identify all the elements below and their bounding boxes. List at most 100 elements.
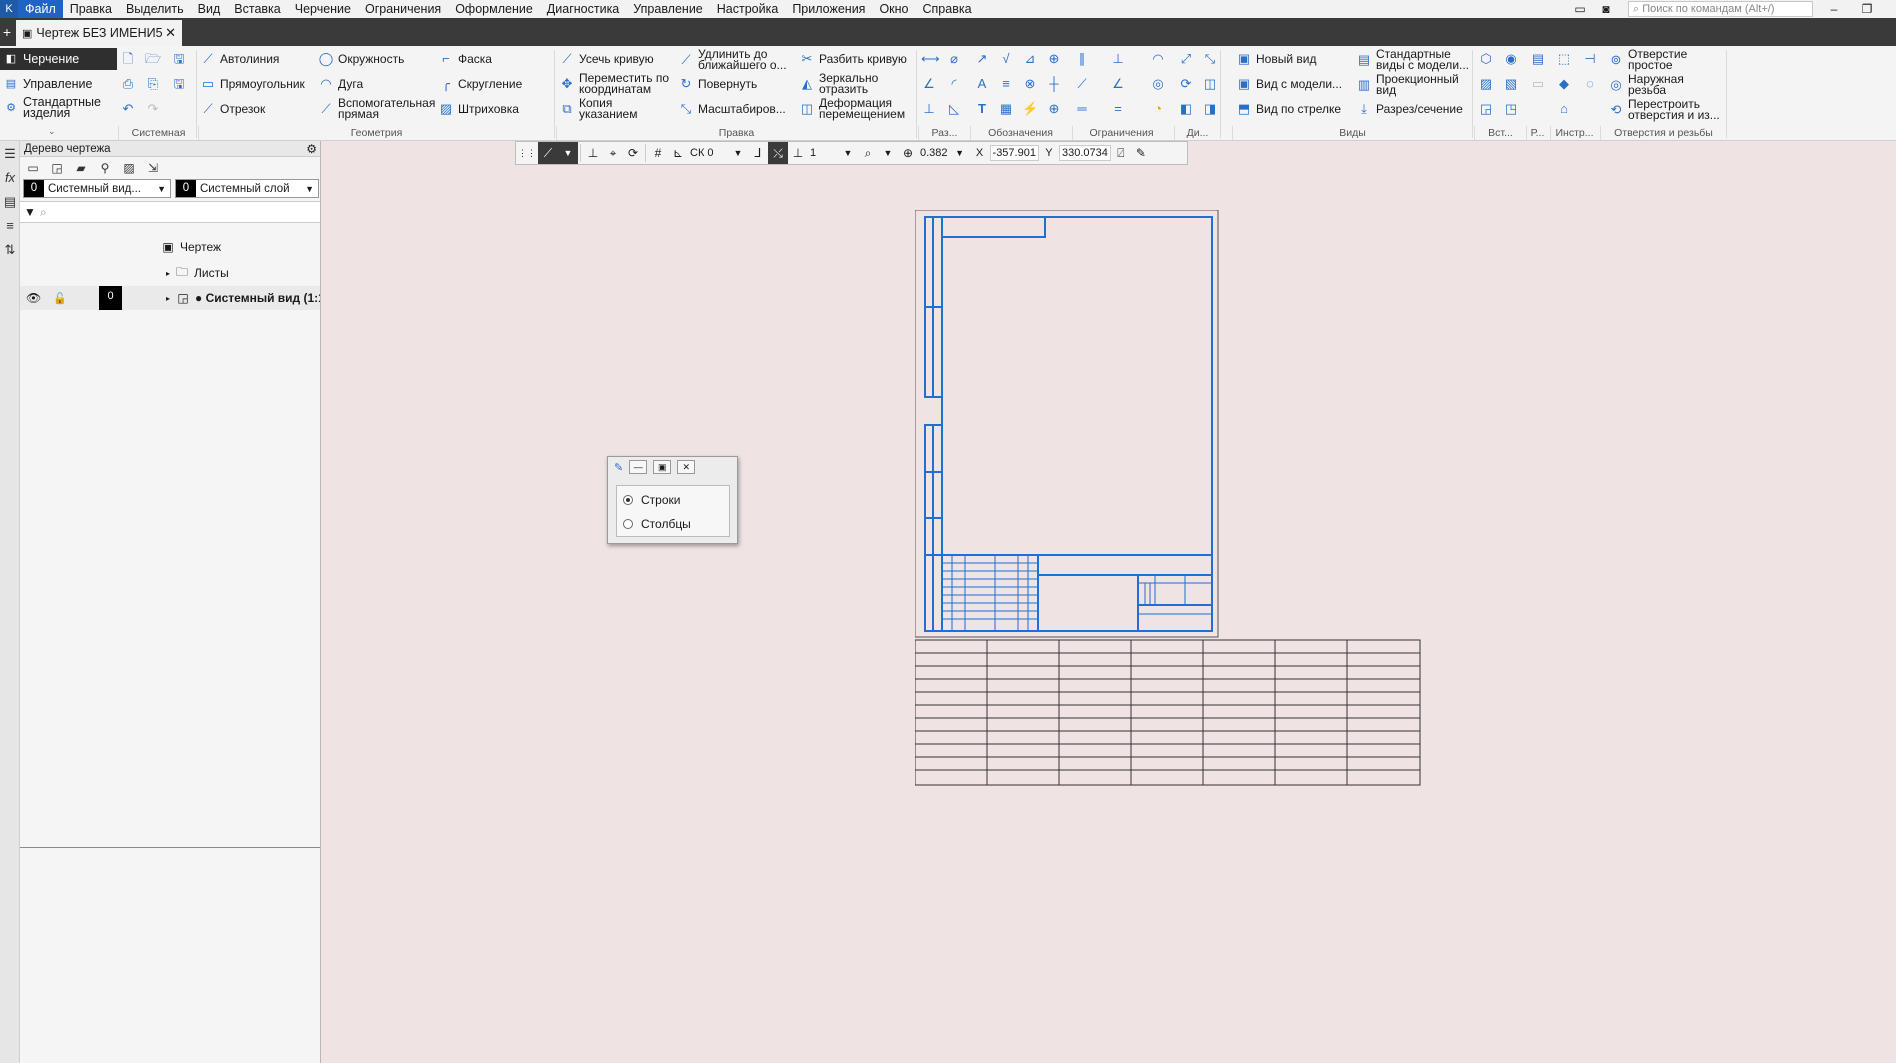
expand-chevron-icon[interactable]: ⌄ — [48, 126, 56, 137]
tree-sheet-icon[interactable]: ▭ — [24, 159, 42, 177]
zoom-fit-icon[interactable]: ⌕ — [858, 142, 878, 164]
collinear-constraint-icon[interactable]: ⟋ — [1074, 76, 1090, 92]
rotate-button[interactable]: ↻ Повернуть — [678, 76, 758, 92]
section-button[interactable]: ⤓ Разрез/сечение — [1356, 101, 1463, 117]
minimize-icon[interactable]: — — [629, 460, 648, 474]
horizontal-constraint-icon[interactable]: ═ — [1074, 101, 1090, 117]
diag-icon-1[interactable]: ⤢ — [1178, 51, 1194, 67]
tree-view-icon[interactable]: ◲ — [48, 159, 66, 177]
menu-management[interactable]: Управление — [626, 0, 710, 18]
step-icon[interactable]: ⊥ — [788, 142, 808, 164]
perpendicular-constraint-icon[interactable]: ⊥ — [1110, 51, 1126, 67]
expand-arrow-icon[interactable]: ▸ — [162, 294, 174, 303]
tree-node-drawing[interactable]: ▣ Чертеж — [20, 235, 320, 259]
chamfer-button[interactable]: ⌐ Фаска — [438, 51, 492, 67]
tree-node-system-view[interactable]: 👁 🔓 0 ▸ ◲ ● Системный вид (1:1) — [20, 286, 320, 310]
y-coordinate-field[interactable]: 330.0734 — [1058, 145, 1111, 161]
mirror-button[interactable]: ◭ Зеркально отразить — [799, 72, 899, 95]
center-mark-icon[interactable]: ⊗ — [1022, 76, 1038, 92]
arrow-view-button[interactable]: ⬒ Вид по стрелке — [1236, 101, 1341, 117]
rows-radio-indicator[interactable] — [623, 495, 633, 505]
aux-line-button[interactable]: ⟋ Вспомогательная прямая — [318, 97, 435, 120]
command-search-input[interactable]: ⌕ Поиск по командам (Alt+/) — [1628, 1, 1813, 17]
x-coordinate-field[interactable]: -357.901 — [989, 145, 1039, 161]
arc-button[interactable]: ◠ Дуга — [318, 76, 363, 92]
camera-icon[interactable]: ◙ — [1594, 0, 1618, 18]
history-icon[interactable]: ⇅ — [0, 239, 20, 261]
split-curve-button[interactable]: ✂ Разбить кривую — [799, 51, 907, 67]
deform-move-button[interactable]: ◫ Деформация перемещением — [799, 97, 914, 120]
fix-constraint-icon[interactable]: ◔ — [1150, 101, 1166, 117]
concentric-constraint-icon[interactable]: ◎ — [1150, 76, 1166, 92]
pin-icon[interactable]: ✎ — [614, 461, 623, 474]
visibility-eye-icon[interactable]: 👁 — [26, 291, 41, 305]
menu-help[interactable]: Справка — [916, 0, 979, 18]
chevron-down-icon[interactable]: ▼ — [558, 142, 578, 164]
tree-layer-icon[interactable]: ▰ — [72, 159, 90, 177]
save-all-icon[interactable]: 🖫 — [171, 76, 187, 92]
hatch-button[interactable]: ▨ Штриховка — [438, 101, 519, 117]
chevron-down-icon[interactable]: ▼ — [878, 142, 898, 164]
zoom-value[interactable]: 0.382 — [918, 142, 950, 164]
autoline-button[interactable]: ⟋ Автолиния — [200, 51, 279, 67]
properties-icon[interactable]: ▤ — [0, 191, 20, 213]
copy-pointing-button[interactable]: ⧉ Копия указанием — [559, 97, 649, 120]
menu-constraints[interactable]: Ограничения — [358, 0, 448, 18]
segment-button[interactable]: ⟋ Отрезок — [200, 101, 265, 117]
standard-views-button[interactable]: ▤ Стандартные виды с модели... — [1356, 48, 1470, 71]
diameter-dim-icon[interactable]: ⌀ — [946, 51, 962, 67]
text-icon[interactable]: T — [974, 101, 990, 117]
menu-insert[interactable]: Вставка — [227, 0, 287, 18]
projection-view-button[interactable]: ▥ Проекционный вид — [1356, 73, 1466, 96]
circle-button[interactable]: ◯ Окружность — [318, 51, 405, 67]
insert-icon-2[interactable]: ◉ — [1503, 51, 1519, 67]
layer-select[interactable]: 0 Системный слой ▼ — [175, 179, 319, 198]
menu-edit[interactable]: Правка — [63, 0, 119, 18]
tree-search-input[interactable] — [47, 203, 320, 221]
tool-icon-3[interactable]: ◆ — [1556, 76, 1572, 92]
tool-icon-2[interactable]: ⊣ — [1582, 51, 1598, 67]
equal-constraint-icon[interactable]: = — [1110, 101, 1126, 117]
tool-icon-5[interactable]: ⌂ — [1556, 101, 1572, 117]
rebuild-holes-button[interactable]: ⟲ Перестроить отверстия и из... — [1608, 98, 1723, 121]
cs-axis-icon[interactable]: ⊾ — [668, 142, 688, 164]
filter-icon[interactable]: ▼ — [20, 205, 40, 219]
height-dim-icon[interactable]: ⊥ — [921, 101, 937, 117]
tool-icon-1[interactable]: ⬚ — [1556, 51, 1572, 67]
rows-radio[interactable]: Строки — [623, 493, 680, 507]
gear-icon[interactable]: ⚙ — [306, 141, 317, 157]
linear-dim-icon[interactable]: ⟷ — [921, 51, 940, 67]
parallel-constraint-icon[interactable]: ∥ — [1074, 51, 1090, 67]
menu-file[interactable]: Файл — [18, 0, 63, 18]
menu-view[interactable]: Вид — [191, 0, 228, 18]
snap-icon[interactable]: ⌖ — [603, 142, 623, 164]
drag-handle-icon[interactable]: ⋮⋮ — [516, 142, 538, 164]
roughness-icon[interactable]: √ — [998, 51, 1014, 67]
tree-export-icon[interactable]: ⇲ — [144, 159, 162, 177]
external-thread-button[interactable]: ◎ Наружная резьба — [1608, 73, 1708, 96]
insert-icon-1[interactable]: ⬡ — [1478, 51, 1494, 67]
trim-curve-button[interactable]: ⟋ Усечь кривую — [559, 51, 653, 67]
columns-radio-indicator[interactable] — [623, 519, 633, 529]
table-icon[interactable]: ▦ — [998, 101, 1014, 117]
new-tab-plus-icon[interactable]: + — [0, 22, 14, 42]
ortho-icon[interactable]: ⊥ — [583, 142, 603, 164]
mode-standard-parts[interactable]: ⚙ Стандартные изделия — [0, 96, 117, 120]
text-a-icon[interactable]: A — [974, 76, 990, 92]
chevron-down-icon[interactable]: ▼ — [838, 142, 858, 164]
axis-icon[interactable]: ┼ — [1046, 76, 1062, 92]
extend-button[interactable]: ⟋ Удлинить до ближайшего о... — [678, 48, 794, 71]
insert-icon-5[interactable]: ◳ — [1503, 101, 1519, 117]
style-icon[interactable]: ⟋ — [538, 142, 558, 164]
move-by-coords-button[interactable]: ✥ Переместить по координатам — [559, 72, 671, 95]
menu-design[interactable]: Оформление — [448, 0, 540, 18]
menu-window[interactable]: Окно — [872, 0, 915, 18]
angle-dim-icon[interactable]: ∠ — [921, 76, 937, 92]
chevron-down-icon[interactable]: ▼ — [950, 142, 970, 164]
close-icon[interactable]: ✕ — [677, 460, 696, 474]
arc-dim-icon[interactable]: ◺ — [946, 101, 962, 117]
layout-icon[interactable]: ▭ — [1568, 0, 1592, 18]
redo-icon[interactable]: ↷ — [145, 101, 161, 117]
radius-dim-icon[interactable]: ◜ — [946, 76, 962, 92]
variables-fx-icon[interactable]: fx — [0, 167, 20, 189]
